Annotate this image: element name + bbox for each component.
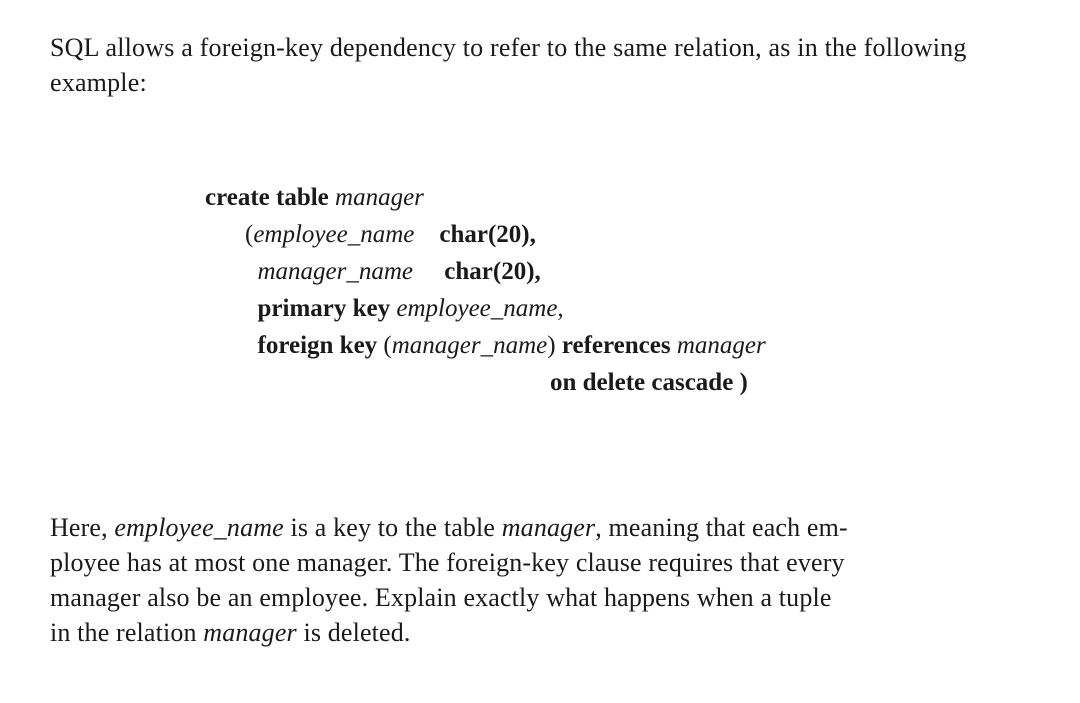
code-line-fk: foreign key (manager_name) references ma… [245, 328, 1030, 363]
t1c: is a key to the table [284, 513, 502, 542]
t4c: is deleted. [297, 618, 411, 647]
t2: ployee has at most one manager. The fore… [50, 548, 845, 577]
fk-lparen: ( [383, 332, 391, 359]
body-paragraph: Here, employee_name is a key to the tabl… [50, 510, 1030, 650]
fk-rparen: ) [547, 332, 555, 359]
body-line-2: ployee has at most one manager. The fore… [50, 545, 1030, 580]
id-manager: manager [335, 184, 424, 211]
type-char20b: char(20), [444, 258, 541, 285]
intro-paragraph: SQL allows a foreign-key dependency to r… [50, 30, 1030, 100]
id-ref-table: manager [677, 332, 766, 359]
intro-text: SQL allows a foreign-key dependency to r… [50, 33, 967, 97]
body-line-1: Here, employee_name is a key to the tabl… [50, 510, 1030, 545]
t1a: Here, [50, 513, 114, 542]
t1b: employee_name [114, 513, 283, 542]
body-line-4: in the relation manager is deleted. [50, 615, 1030, 650]
sp [245, 258, 251, 285]
code-line-ondelete: on delete cascade ) [550, 365, 1030, 400]
sp [421, 221, 434, 248]
id-employee-name: employee_name [253, 221, 414, 248]
kw-foreign-key: foreign key [258, 332, 378, 359]
t4a: in the relation [50, 618, 203, 647]
t1e: , meaning that each em- [595, 513, 848, 542]
code-line-create: create table manager [205, 180, 1030, 215]
kw-primary-key: primary key [258, 295, 391, 322]
sp [419, 258, 438, 285]
body-line-3: manager also be an employee. Explain exa… [50, 580, 1030, 615]
code-line-col2: manager_name char(20), [245, 254, 1030, 289]
sp [245, 295, 251, 322]
type-char20a: char(20), [439, 221, 536, 248]
kw-on-delete: on delete cascade ) [550, 369, 748, 396]
id-fk-col: manager_name [392, 332, 548, 359]
t3: manager also be an employee. Explain exa… [50, 583, 832, 612]
code-line-pk: primary key employee_name, [245, 291, 1030, 326]
kw-create-table: create table [205, 184, 329, 211]
kw-references: references [562, 332, 671, 359]
id-manager-name: manager_name [258, 258, 414, 285]
t1d: manager [502, 513, 596, 542]
code-line-col1: (employee_name char(20), [245, 217, 1030, 252]
sp [245, 332, 251, 359]
sql-code-block: create table manager (employee_name char… [205, 180, 1030, 400]
t4b: manager [203, 618, 297, 647]
id-pk-col: employee_name, [396, 295, 563, 322]
